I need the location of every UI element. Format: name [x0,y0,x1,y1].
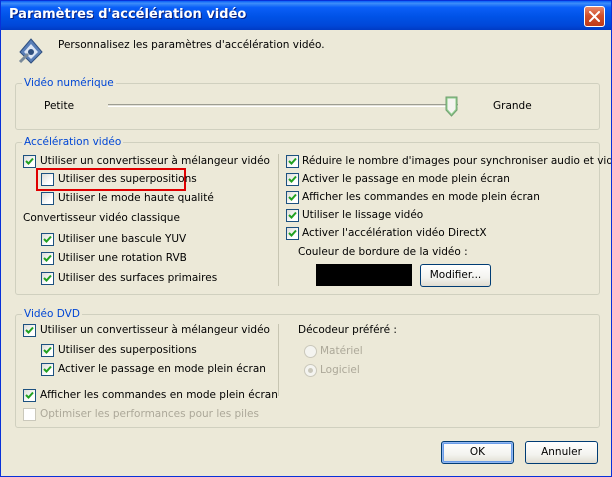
check-mark-icon [288,157,297,165]
dvd-use-overlays-label[interactable]: Utiliser des superpositions [58,344,197,357]
radio-selected-dot [308,368,313,373]
va-yuv-flip-label[interactable]: Utiliser une bascule YUV [58,233,186,246]
check-mark-icon [43,365,52,373]
border-color-label: Couleur de bordure de la vidéo : [298,246,468,258]
preferred-decoder-heading: Décodeur préféré : [298,324,397,336]
digital-video-legend: Vidéo numérique [22,77,116,89]
va-primary-surfaces-label[interactable]: Utiliser des surfaces primaires [58,272,217,285]
check-mark-icon [25,157,34,165]
dvd-optimize-checkbox[interactable] [23,408,36,421]
dvd-use-overlays-checkbox[interactable] [41,344,54,357]
dvd-use-mixer-checkbox[interactable] [23,324,36,337]
va-directx-label[interactable]: Activer l'accélération vidéo DirectX [302,227,487,240]
ok-button[interactable]: OK [441,441,514,464]
border-color-swatch [316,264,412,286]
dialog-window: Paramètres d'accélération vidéo Personna… [0,0,612,477]
va-high-quality-label[interactable]: Utiliser le mode haute qualité [58,192,214,205]
va-fullscreen-switch-label[interactable]: Activer le passage en mode plein écran [302,173,510,186]
dvd-video-legend: Vidéo DVD [22,308,82,320]
va-primary-surfaces-checkbox[interactable] [41,272,54,285]
size-slider-thumb[interactable] [445,96,458,117]
va-use-overlays-checkbox[interactable] [41,173,54,186]
hardware-decoder-radio[interactable] [304,345,317,358]
window-title: Paramètres d'accélération vidéo [9,7,247,22]
va-fullscreen-controls-label[interactable]: Afficher les commandes en mode plein écr… [302,191,540,204]
close-button[interactable] [584,6,605,27]
va-reduce-frames-label[interactable]: Réduire le nombre d'images pour synchron… [302,155,611,168]
dvd-column-separator [278,324,279,396]
va-reduce-frames-checkbox[interactable] [286,155,299,168]
video-settings-icon [18,38,43,64]
va-fullscreen-controls-checkbox[interactable] [286,191,299,204]
dvd-fullscreen-controls-checkbox[interactable] [23,389,36,402]
va-video-smoothing-checkbox[interactable] [286,209,299,222]
slider-max-label: Grande [493,100,532,112]
dvd-use-mixer-label[interactable]: Utiliser un convertisseur à mélangeur vi… [40,324,270,337]
check-mark-icon [43,274,52,282]
classic-renderer-heading: Convertisseur vidéo classique [23,212,180,224]
check-mark-icon [288,211,297,219]
va-video-smoothing-label[interactable]: Utiliser le lissage vidéo [302,209,423,222]
software-decoder-radio[interactable] [304,364,317,377]
dvd-optimize-label[interactable]: Optimiser les performances pour les pile… [40,408,259,421]
dvd-fullscreen-switch-checkbox[interactable] [41,363,54,376]
column-separator [278,154,279,286]
va-directx-checkbox[interactable] [286,227,299,240]
modify-color-button[interactable]: Modifier... [420,264,491,287]
check-mark-icon [43,254,52,262]
software-decoder-label[interactable]: Logiciel [320,364,360,377]
cancel-button[interactable]: Annuler [525,441,598,464]
title-bar: Paramètres d'accélération vidéo [1,1,611,30]
check-mark-icon [43,346,52,354]
check-mark-icon [288,175,297,183]
size-slider-track[interactable] [108,104,458,107]
check-mark-icon [43,235,52,243]
dialog-description: Personnalisez les paramètres d'accélérat… [58,39,325,51]
check-mark-icon [288,229,297,237]
va-rgb-rotation-label[interactable]: Utiliser une rotation RVB [58,252,187,265]
slider-min-label: Petite [44,100,75,112]
check-mark-icon [25,391,34,399]
check-mark-icon [25,326,34,334]
va-yuv-flip-checkbox[interactable] [41,233,54,246]
va-use-mixer-checkbox[interactable] [23,155,36,168]
close-icon [589,11,600,22]
hardware-decoder-label[interactable]: Matériel [320,345,363,358]
dvd-fullscreen-switch-label[interactable]: Activer le passage en mode plein écran [58,363,266,376]
va-rgb-rotation-checkbox[interactable] [41,252,54,265]
va-fullscreen-switch-checkbox[interactable] [286,173,299,186]
dvd-fullscreen-controls-label[interactable]: Afficher les commandes en mode plein écr… [40,389,278,402]
va-use-mixer-label[interactable]: Utiliser un convertisseur à mélangeur vi… [40,155,270,168]
va-use-overlays-label[interactable]: Utiliser des superpositions [58,173,197,186]
check-mark-icon [288,193,297,201]
video-acceleration-legend: Accélération vidéo [22,136,124,148]
va-high-quality-checkbox[interactable] [41,192,54,205]
